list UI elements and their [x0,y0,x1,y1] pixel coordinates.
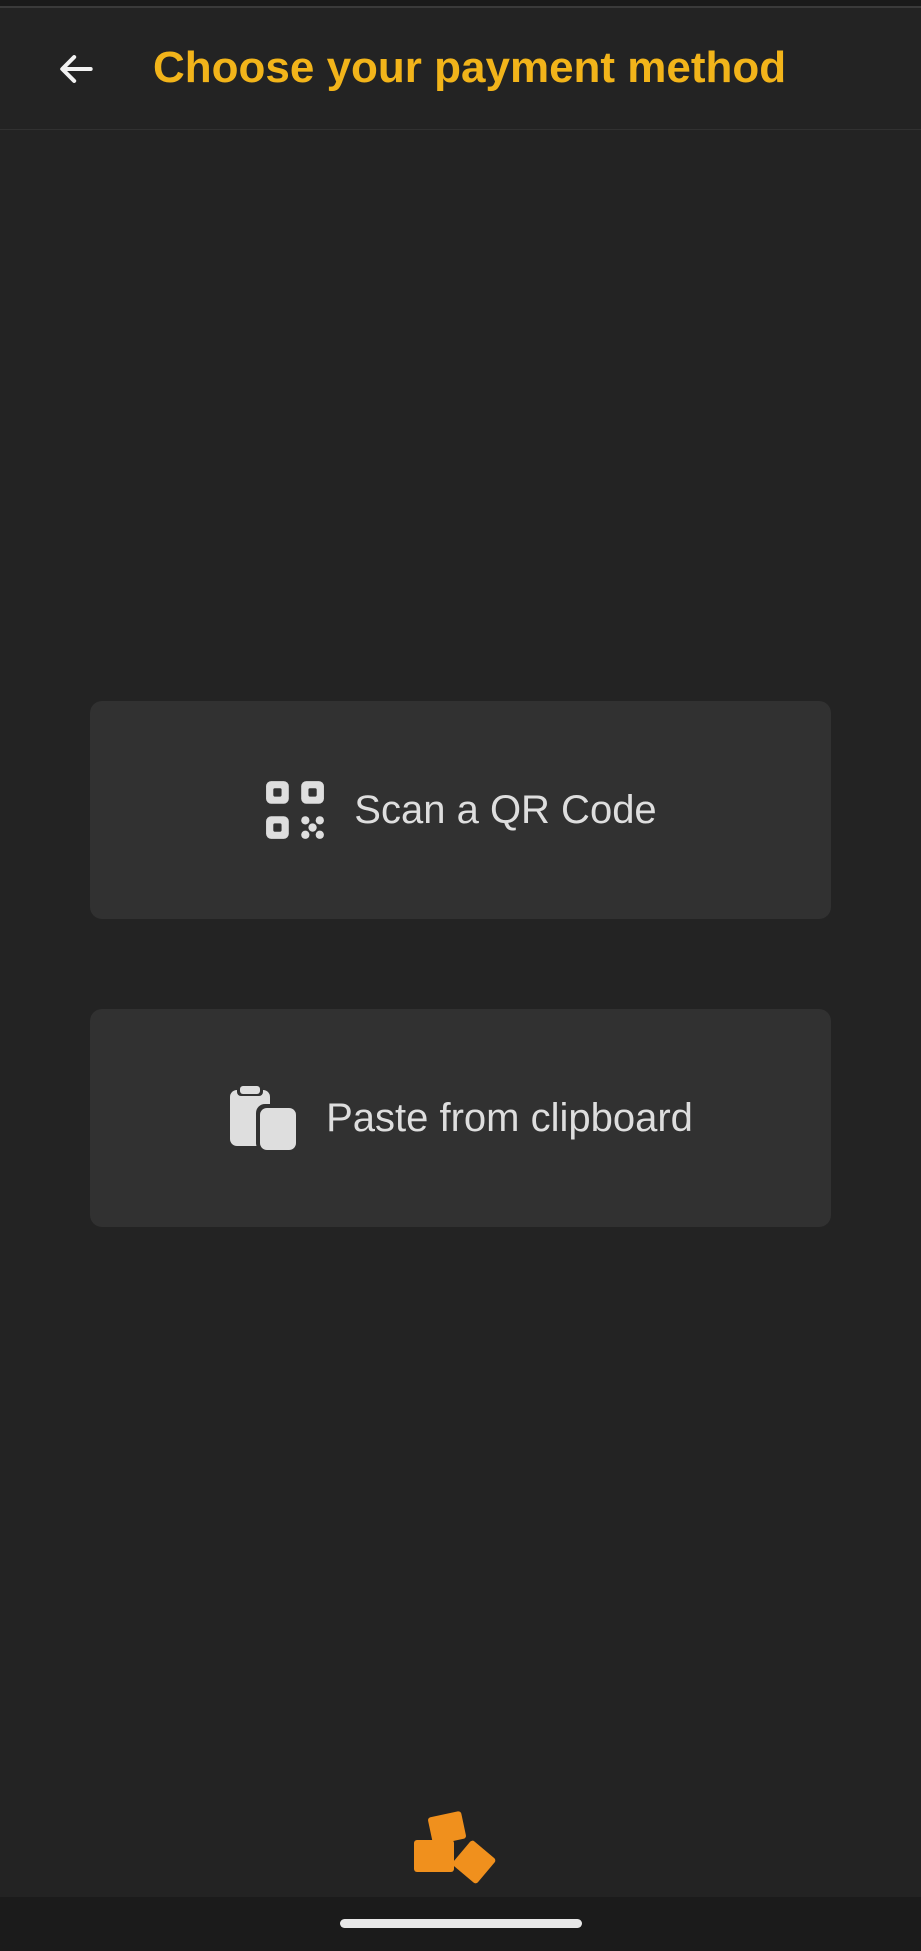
scan-qr-code-button[interactable]: Scan a QR Code [90,701,831,919]
arrow-left-icon [60,55,93,83]
back-button[interactable] [40,33,112,105]
clipboard-paste-icon [228,1084,299,1152]
paste-from-clipboard-button[interactable]: Paste from clipboard [90,1009,831,1227]
scan-qr-code-label: Scan a QR Code [354,788,657,832]
brand-cubes-icon [414,1808,506,1888]
qr-code-icon [264,779,326,841]
system-navigation-bar [0,1897,921,1951]
page-title: Choose your payment method [153,43,787,92]
app-bar: Choose your payment method [0,8,921,130]
paste-from-clipboard-label: Paste from clipboard [326,1096,693,1140]
status-bar-edge [0,0,921,8]
home-indicator[interactable] [340,1919,582,1928]
